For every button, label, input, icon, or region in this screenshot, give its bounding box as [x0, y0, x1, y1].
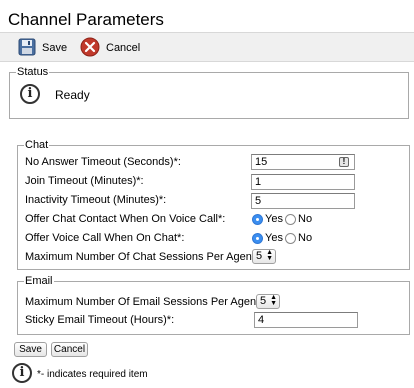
sticky-email-timeout-input[interactable] — [254, 312, 358, 328]
offer-chat-yes-radio[interactable] — [252, 214, 263, 225]
cancel-button[interactable]: Cancel — [80, 37, 140, 59]
footer-cancel-button[interactable]: Cancel — [51, 342, 88, 357]
updown-arrows-icon: ▲ ▼ — [270, 294, 277, 307]
page-title: Channel Parameters — [8, 10, 164, 29]
join-timeout-input[interactable] — [251, 174, 355, 190]
info-icon: i — [12, 363, 32, 383]
offer-chat-label: Offer Chat Contact When On Voice Call*: — [25, 213, 226, 225]
max-chat-sessions-select[interactable]: 5 ▲ ▼ — [252, 249, 276, 264]
max-email-sessions-label: Maximum Number Of Email Sessions Per Age… — [25, 296, 267, 308]
cancel-x-icon — [80, 37, 100, 60]
offer-chat-yes-label: Yes — [265, 213, 283, 225]
chat-legend: Chat — [24, 139, 50, 152]
max-chat-sessions-value: 5 — [256, 250, 263, 262]
offer-voice-label: Offer Voice Call When On Chat*: — [25, 232, 185, 244]
max-email-sessions-select[interactable]: 5 ▲ ▼ — [256, 294, 280, 309]
status-text: Ready — [55, 88, 90, 102]
offer-voice-yes-label: Yes — [265, 232, 283, 244]
inactivity-timeout-label: Inactivity Timeout (Minutes)*: — [25, 194, 167, 206]
max-email-sessions-value: 5 — [260, 295, 267, 307]
email-legend: Email — [24, 275, 54, 288]
floppy-disk-icon — [18, 38, 36, 59]
inactivity-timeout-input[interactable] — [251, 193, 355, 209]
max-chat-sessions-label: Maximum Number Of Chat Sessions Per Agen… — [25, 251, 263, 263]
footer-cancel-label: Cancel — [53, 344, 86, 355]
footer-save-button[interactable]: Save — [14, 342, 47, 357]
sticky-email-timeout-label: Sticky Email Timeout (Hours)*: — [25, 314, 175, 326]
offer-voice-no-radio[interactable] — [285, 233, 296, 244]
status-legend: Status — [16, 66, 50, 79]
save-button[interactable]: Save — [18, 37, 67, 59]
offer-voice-no-label: No — [298, 232, 313, 244]
cancel-button-label: Cancel — [106, 42, 141, 54]
input-helper-icon[interactable]: ! — [339, 157, 349, 167]
updown-arrows-icon: ▲ ▼ — [266, 249, 273, 262]
toolbar: Save Cancel — [0, 32, 414, 62]
info-icon: i — [20, 84, 40, 104]
offer-chat-no-label: No — [298, 213, 313, 225]
offer-chat-no-radio[interactable] — [285, 214, 296, 225]
offer-voice-yes-radio[interactable] — [252, 233, 263, 244]
footer-save-label: Save — [19, 344, 42, 355]
join-timeout-label: Join Timeout (Minutes)*: — [25, 175, 144, 187]
save-button-label: Save — [42, 42, 68, 54]
required-note: *- indicates required item — [37, 369, 148, 380]
no-answer-timeout-label: No Answer Timeout (Seconds)*: — [25, 156, 181, 168]
